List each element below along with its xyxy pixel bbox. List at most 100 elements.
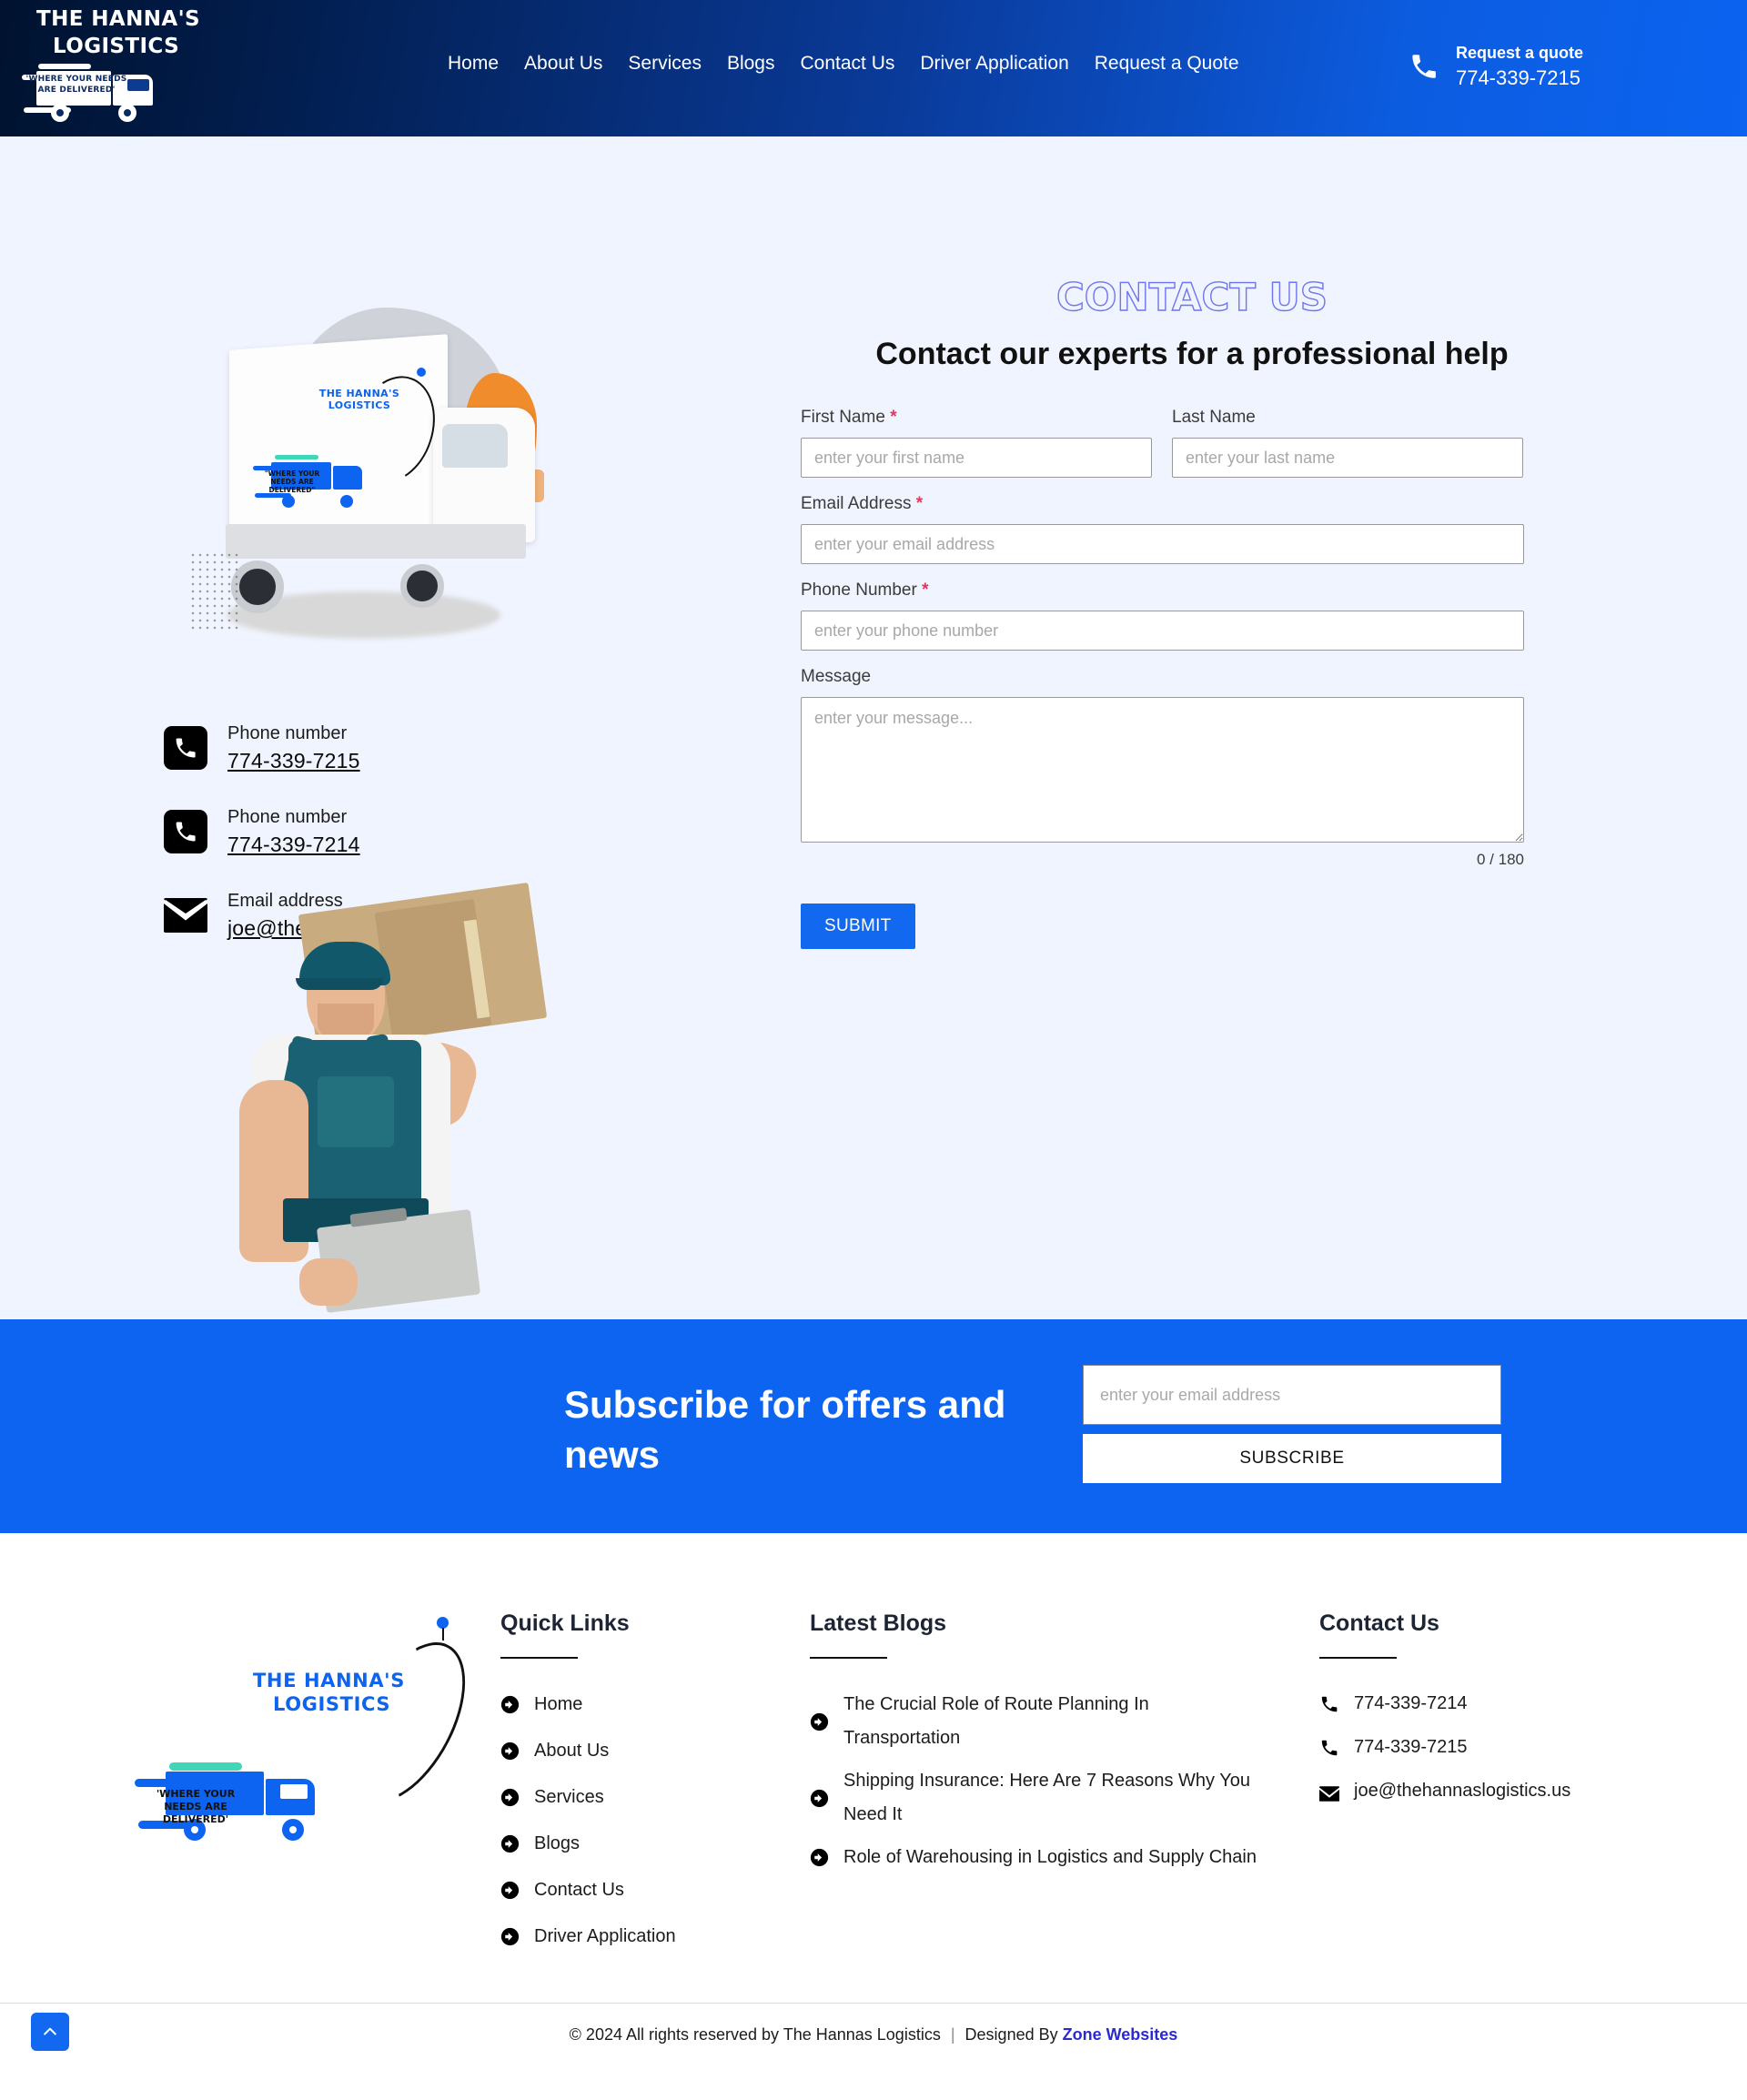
footer-logo-truck-icon: 'WHERE YOUR NEEDS ARE DELIVERED'	[133, 1762, 324, 1843]
phone-icon	[1409, 49, 1439, 84]
truck-logo-line2: LOGISTICS	[328, 399, 391, 411]
delivery-truck-illustration: THE HANNA'S LOGISTICS "WHERE YOUR NEEDS …	[173, 291, 555, 673]
contact-detail-value[interactable]: 774-339-7215	[227, 746, 360, 775]
email-input[interactable]	[801, 524, 1524, 564]
header-quote-phone[interactable]: 774-339-7215	[1456, 65, 1583, 92]
phone-icon	[1319, 1737, 1339, 1757]
delivery-worker-image	[205, 882, 548, 1326]
header-logo-truck-icon: 'WHERE YOUR NEEDS ARE DELIVERED'	[20, 62, 211, 122]
subscribe-title: Subscribe for offers and news	[564, 1383, 1006, 1476]
truck-body-mini-truck-icon: "WHERE YOUR NEEDS ARE DELIVERED"	[251, 455, 369, 508]
subscribe-section: Subscribe for offers and news SUBSCRIBE	[0, 1319, 1747, 1533]
phone-label-text: Phone Number	[801, 581, 917, 600]
first-name-input[interactable]	[801, 438, 1152, 478]
footer-logo-line2: LOGISTICS	[273, 1693, 391, 1715]
list-item[interactable]: The Crucial Role of Route Planning In Tr…	[810, 1688, 1319, 1755]
footer-contact-value[interactable]: joe@thehannaslogistics.us	[1354, 1775, 1570, 1806]
phone-input[interactable]	[801, 611, 1524, 651]
email-label: Email Address *	[801, 492, 1524, 516]
subscribe-email-input[interactable]	[1083, 1365, 1501, 1425]
message-textarea[interactable]	[801, 697, 1524, 843]
list-item[interactable]: Services	[500, 1781, 810, 1814]
footer-logo-column: THE HANNA'S LOGISTICS 'WHERE YOUR NEEDS …	[73, 1597, 500, 1966]
list-item[interactable]: Driver Application	[500, 1920, 810, 1954]
nav-item-services[interactable]: Services	[615, 53, 714, 75]
nav-item-contact-us[interactable]: Contact Us	[787, 53, 907, 75]
nav-item-about-us[interactable]: About Us	[511, 53, 615, 75]
bottom-bar: © 2024 All rights reserved by The Hannas…	[0, 2003, 1747, 2066]
last-name-label-text: Last Name	[1172, 408, 1256, 427]
arrow-right-circle-icon	[810, 1789, 829, 1808]
contact-detail-phone-2[interactable]: Phone number 774-339-7214	[164, 804, 764, 859]
nav-item-request-a-quote[interactable]: Request a Quote	[1082, 53, 1252, 75]
designer-link[interactable]: Zone Websites	[1063, 2025, 1178, 2044]
copyright-statement: © 2024 All rights reserved by The Hannas…	[569, 2025, 941, 2044]
nav-item-driver-application[interactable]: Driver Application	[907, 53, 1081, 75]
footer-link[interactable]: About Us	[534, 1734, 609, 1768]
footer-logo[interactable]: THE HANNA'S LOGISTICS 'WHERE YOUR NEEDS …	[100, 1597, 490, 1861]
truck-logo-line1: THE HANNA'S	[318, 388, 400, 399]
page-root: THE HANNA'S LOGISTICS 'WHERE YOUR NEEDS …	[0, 0, 1747, 2066]
contact-detail-phone-1[interactable]: Phone number 774-339-7215	[164, 721, 764, 775]
footer-contact-value[interactable]: 774-339-7214	[1354, 1688, 1468, 1719]
last-name-label: Last Name	[1172, 406, 1523, 429]
field-last-name: Last Name	[1172, 406, 1523, 478]
header-quote-label: Request a quote	[1455, 44, 1583, 62]
footer-contact-list: 774-339-7214 774-339-7215 joe@thehannasl…	[1319, 1688, 1647, 1806]
chevron-up-icon	[44, 2027, 56, 2035]
contact-left-column: THE HANNA'S LOGISTICS "WHERE YOUR NEEDS …	[127, 136, 764, 972]
nav-item-home[interactable]: Home	[435, 53, 511, 75]
copyright-text: © 2024 All rights reserved by The Hannas…	[570, 2025, 1178, 2044]
contact-section: THE HANNA'S LOGISTICS "WHERE YOUR NEEDS …	[0, 136, 1747, 1319]
footer-quick-links-heading: Quick Links	[500, 1610, 630, 1636]
heading-divider	[1319, 1657, 1397, 1659]
list-item[interactable]: Shipping Insurance: Here Are 7 Reasons W…	[810, 1764, 1319, 1832]
submit-button[interactable]: SUBMIT	[801, 904, 915, 949]
subscribe-form: SUBSCRIBE	[1083, 1365, 1501, 1483]
first-name-label-text: First Name	[801, 408, 885, 427]
footer-contact-value[interactable]: 774-339-7215	[1354, 1731, 1468, 1762]
list-item[interactable]: Blogs	[500, 1827, 810, 1861]
field-first-name: First Name *	[801, 406, 1152, 478]
contact-form-column: CONTACT US Contact our experts for a pro…	[764, 136, 1583, 972]
site-footer: THE HANNA'S LOGISTICS 'WHERE YOUR NEEDS …	[0, 1533, 1747, 2003]
footer-link[interactable]: Driver Application	[534, 1920, 676, 1954]
list-item[interactable]: joe@thehannaslogistics.us	[1319, 1775, 1647, 1806]
list-item[interactable]: Contact Us	[500, 1873, 810, 1907]
footer-blog-link[interactable]: Role of Warehousing in Logistics and Sup…	[843, 1841, 1257, 1874]
footer-latest-blogs-column: Latest Blogs The Crucial Role of Route P…	[810, 1597, 1319, 1966]
footer-link[interactable]: Home	[534, 1688, 582, 1721]
footer-quick-links-list: Home About Us Services Blogs Contact Us …	[500, 1688, 810, 1954]
footer-blog-link[interactable]: Shipping Insurance: Here Are 7 Reasons W…	[843, 1764, 1262, 1832]
header-quote-block[interactable]: Request a quote 774-339-7215	[1409, 41, 1583, 92]
footer-contact-column: Contact Us 774-339-7214 774-339-7215 joe…	[1319, 1597, 1647, 1966]
list-item[interactable]: Home	[500, 1688, 810, 1721]
field-message: Message 0 / 180	[801, 665, 1524, 869]
phone-icon	[1319, 1693, 1339, 1713]
footer-logo-line1: THE HANNA'S	[253, 1670, 405, 1691]
required-marker: *	[890, 408, 897, 427]
list-item[interactable]: 774-339-7214	[1319, 1688, 1647, 1719]
footer-link[interactable]: Services	[534, 1781, 604, 1814]
scroll-to-top-button[interactable]	[31, 2013, 69, 2051]
arrow-right-circle-icon	[810, 1712, 829, 1731]
contact-detail-value[interactable]: 774-339-7214	[227, 830, 360, 859]
subscribe-button[interactable]: SUBSCRIBE	[1083, 1434, 1501, 1483]
nav-item-blogs[interactable]: Blogs	[714, 53, 788, 75]
required-marker: *	[922, 581, 929, 600]
list-item[interactable]: About Us	[500, 1734, 810, 1768]
message-label-text: Message	[801, 667, 872, 686]
truck-body-logo: THE HANNA'S LOGISTICS	[291, 388, 428, 411]
header-logo[interactable]: THE HANNA'S LOGISTICS 'WHERE YOUR NEEDS …	[20, 7, 211, 127]
arrow-right-circle-icon	[500, 1788, 520, 1807]
footer-link[interactable]: Blogs	[534, 1827, 580, 1861]
phone-icon	[164, 726, 207, 770]
footer-latest-blogs-list: The Crucial Role of Route Planning In Tr…	[810, 1688, 1319, 1874]
header-logo-tagline: 'WHERE YOUR NEEDS ARE DELIVERED'	[25, 75, 127, 95]
footer-blog-link[interactable]: The Crucial Role of Route Planning In Tr…	[843, 1688, 1262, 1755]
list-item[interactable]: 774-339-7215	[1319, 1731, 1647, 1762]
last-name-input[interactable]	[1172, 438, 1523, 478]
list-item[interactable]: Role of Warehousing in Logistics and Sup…	[810, 1841, 1319, 1874]
mail-icon	[1319, 1781, 1339, 1802]
footer-link[interactable]: Contact Us	[534, 1873, 624, 1907]
